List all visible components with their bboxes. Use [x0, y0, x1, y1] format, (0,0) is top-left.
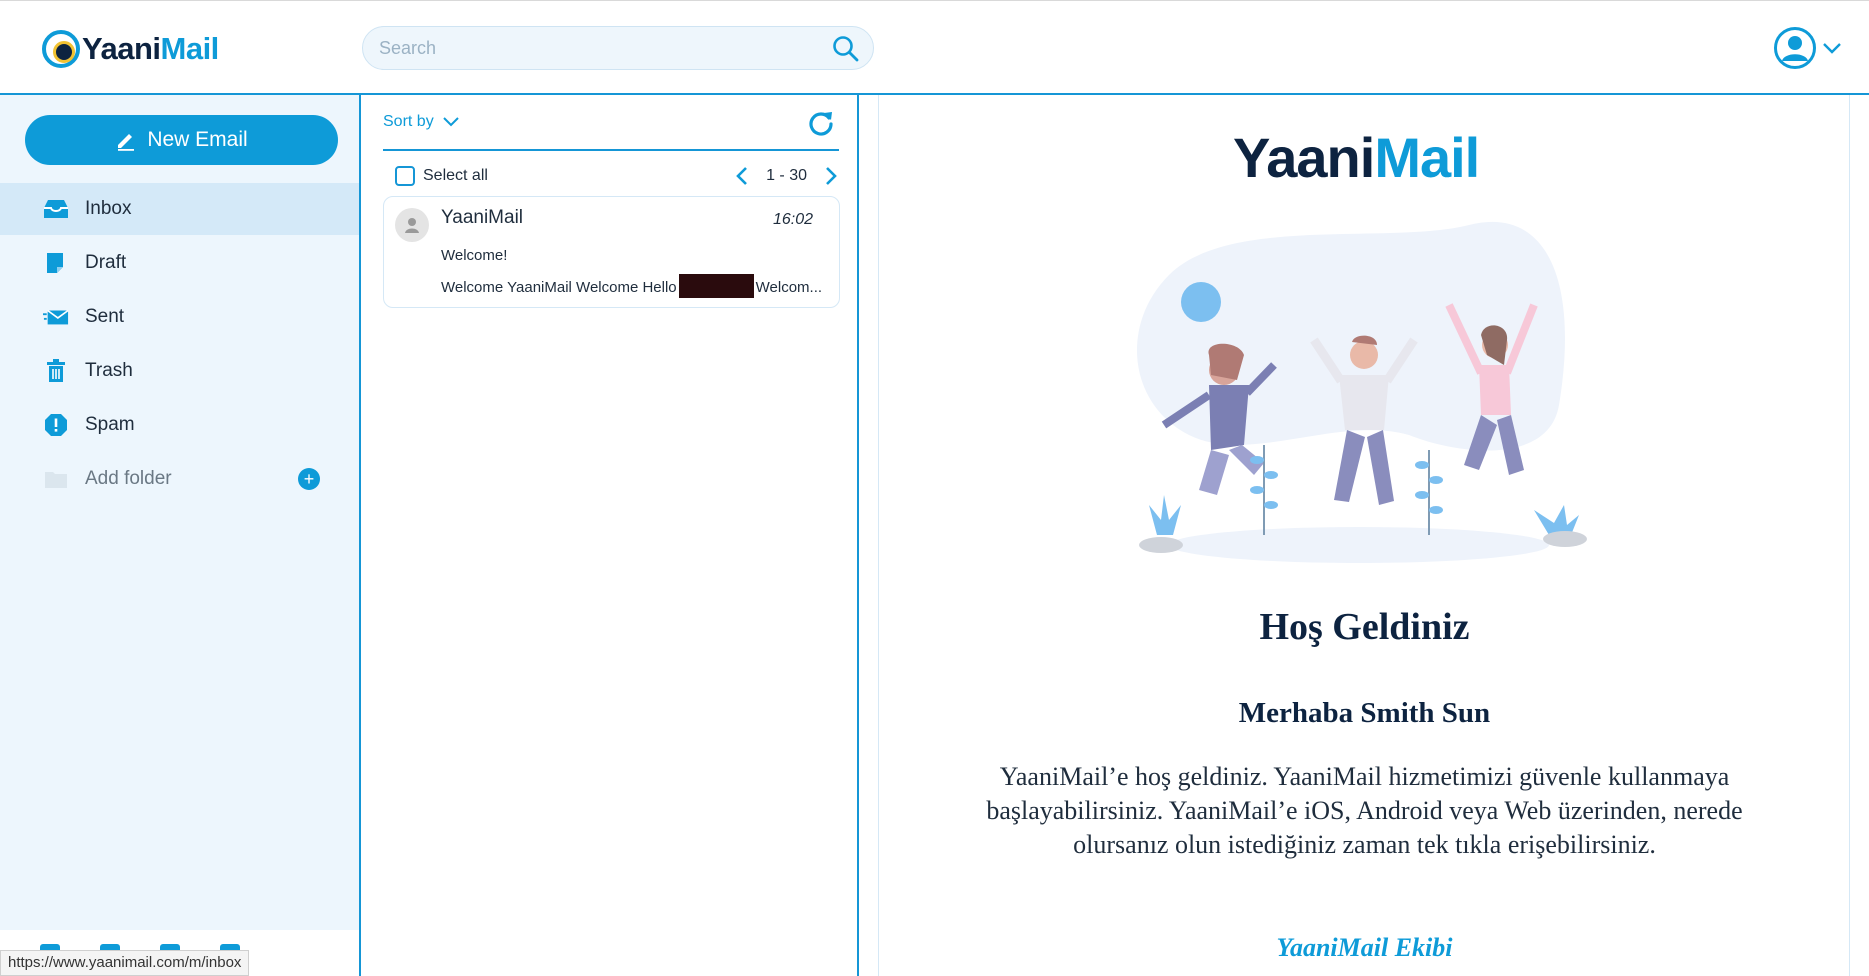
select-all-checkbox[interactable]: [395, 166, 415, 186]
draft-icon: [43, 250, 69, 276]
sidebar-item-label: Draft: [85, 252, 127, 273]
logo-at-icon: [42, 30, 80, 68]
new-email-button[interactable]: New Email: [25, 115, 338, 165]
sidebar-item-spam[interactable]: Spam: [0, 399, 359, 451]
sent-icon: [43, 304, 69, 330]
sidebar-item-draft[interactable]: Draft: [0, 237, 359, 289]
folder-list: Inbox Draft Sent Trash Spam Add folder +: [0, 183, 359, 507]
logo-text: YaaniMail: [82, 31, 219, 67]
next-page-icon[interactable]: [823, 164, 839, 188]
sidebar-item-label: Sent: [85, 306, 125, 327]
sidebar-item-trash[interactable]: Trash: [0, 345, 359, 397]
search-bar: [362, 26, 874, 70]
page-range: 1 - 30: [766, 167, 807, 184]
email-greeting: Merhaba Smith Sun: [1238, 697, 1491, 729]
pane-separator: [861, 95, 879, 976]
list-divider: [383, 149, 839, 151]
mail-snippet: Welcome YaaniMail Welcome Hello Welcom...: [441, 274, 822, 298]
sort-by-label: Sort by: [383, 113, 434, 130]
reading-pane: YaaniMail Hoş Geldiniz Merhaba Smith Sun…: [879, 95, 1850, 976]
logo-text-part1: Yaani: [82, 31, 161, 66]
sort-by-dropdown[interactable]: Sort by: [383, 113, 460, 131]
list-item[interactable]: YaaniMail 16:02 Welcome! Welcome YaaniMa…: [383, 196, 840, 308]
redacted-block: [678, 274, 754, 298]
prev-page-icon[interactable]: [734, 164, 750, 188]
select-all-label[interactable]: Select all: [423, 167, 488, 185]
sidebar-item-inbox[interactable]: Inbox: [0, 183, 359, 235]
search-icon[interactable]: [831, 34, 861, 64]
spam-icon: [43, 412, 69, 438]
select-row: Select all 1 - 30: [395, 161, 839, 191]
sender-avatar-icon: [395, 208, 429, 242]
mail-subject: Welcome!: [441, 247, 508, 264]
email-logo-part2: Mail: [1374, 126, 1480, 189]
search-input[interactable]: [379, 27, 819, 69]
sidebar-item-label: Inbox: [85, 198, 132, 219]
app-logo[interactable]: YaaniMail: [42, 29, 219, 69]
email-logo: YaaniMail: [1233, 125, 1480, 190]
refresh-icon[interactable]: [807, 109, 835, 137]
add-folder-plus-icon[interactable]: +: [298, 468, 320, 490]
message-list-pane: Sort by Select all 1 - 30 YaaniMail 16:0…: [363, 95, 859, 976]
email-signature: YaaniMail Ekibi: [1276, 933, 1453, 962]
top-bar: YaaniMail: [0, 0, 1869, 95]
mail-snippet-end: Welcom...: [755, 279, 823, 296]
inbox-icon: [43, 196, 69, 222]
chevron-down-icon: [1823, 43, 1841, 54]
account-menu[interactable]: [1773, 26, 1843, 70]
user-avatar-icon: [1774, 27, 1816, 69]
add-folder-item[interactable]: Add folder +: [0, 453, 359, 505]
email-logo-part1: Yaani: [1233, 126, 1375, 189]
sidebar-item-sent[interactable]: Sent: [0, 291, 359, 343]
email-title: Hoş Geldiniz: [1259, 606, 1470, 648]
sidebar-item-label: Spam: [85, 414, 135, 435]
trash-icon: [43, 358, 69, 384]
pencil-icon: [118, 134, 135, 151]
mail-time: 16:02: [772, 211, 813, 228]
folder-icon: [43, 466, 69, 492]
email-body: YaaniMail’e hoş geldiniz. YaaniMail hizm…: [986, 762, 1743, 859]
add-folder-label: Add folder: [85, 468, 172, 489]
welcome-illustration: [1136, 221, 1587, 563]
pagination: 1 - 30: [734, 161, 839, 191]
logo-text-part2: Mail: [160, 31, 220, 66]
sidebar: New Email Inbox Draft Sent Trash Spam Ad…: [0, 95, 361, 976]
chevron-down-icon: [442, 117, 459, 127]
new-email-label: New Email: [147, 128, 248, 151]
mail-snippet-start: Welcome YaaniMail Welcome Hello: [441, 279, 677, 296]
mail-sender: YaaniMail: [441, 207, 524, 228]
sidebar-item-label: Trash: [85, 360, 133, 381]
browser-status-url: https://www.yaanimail.com/m/inbox: [0, 950, 250, 976]
